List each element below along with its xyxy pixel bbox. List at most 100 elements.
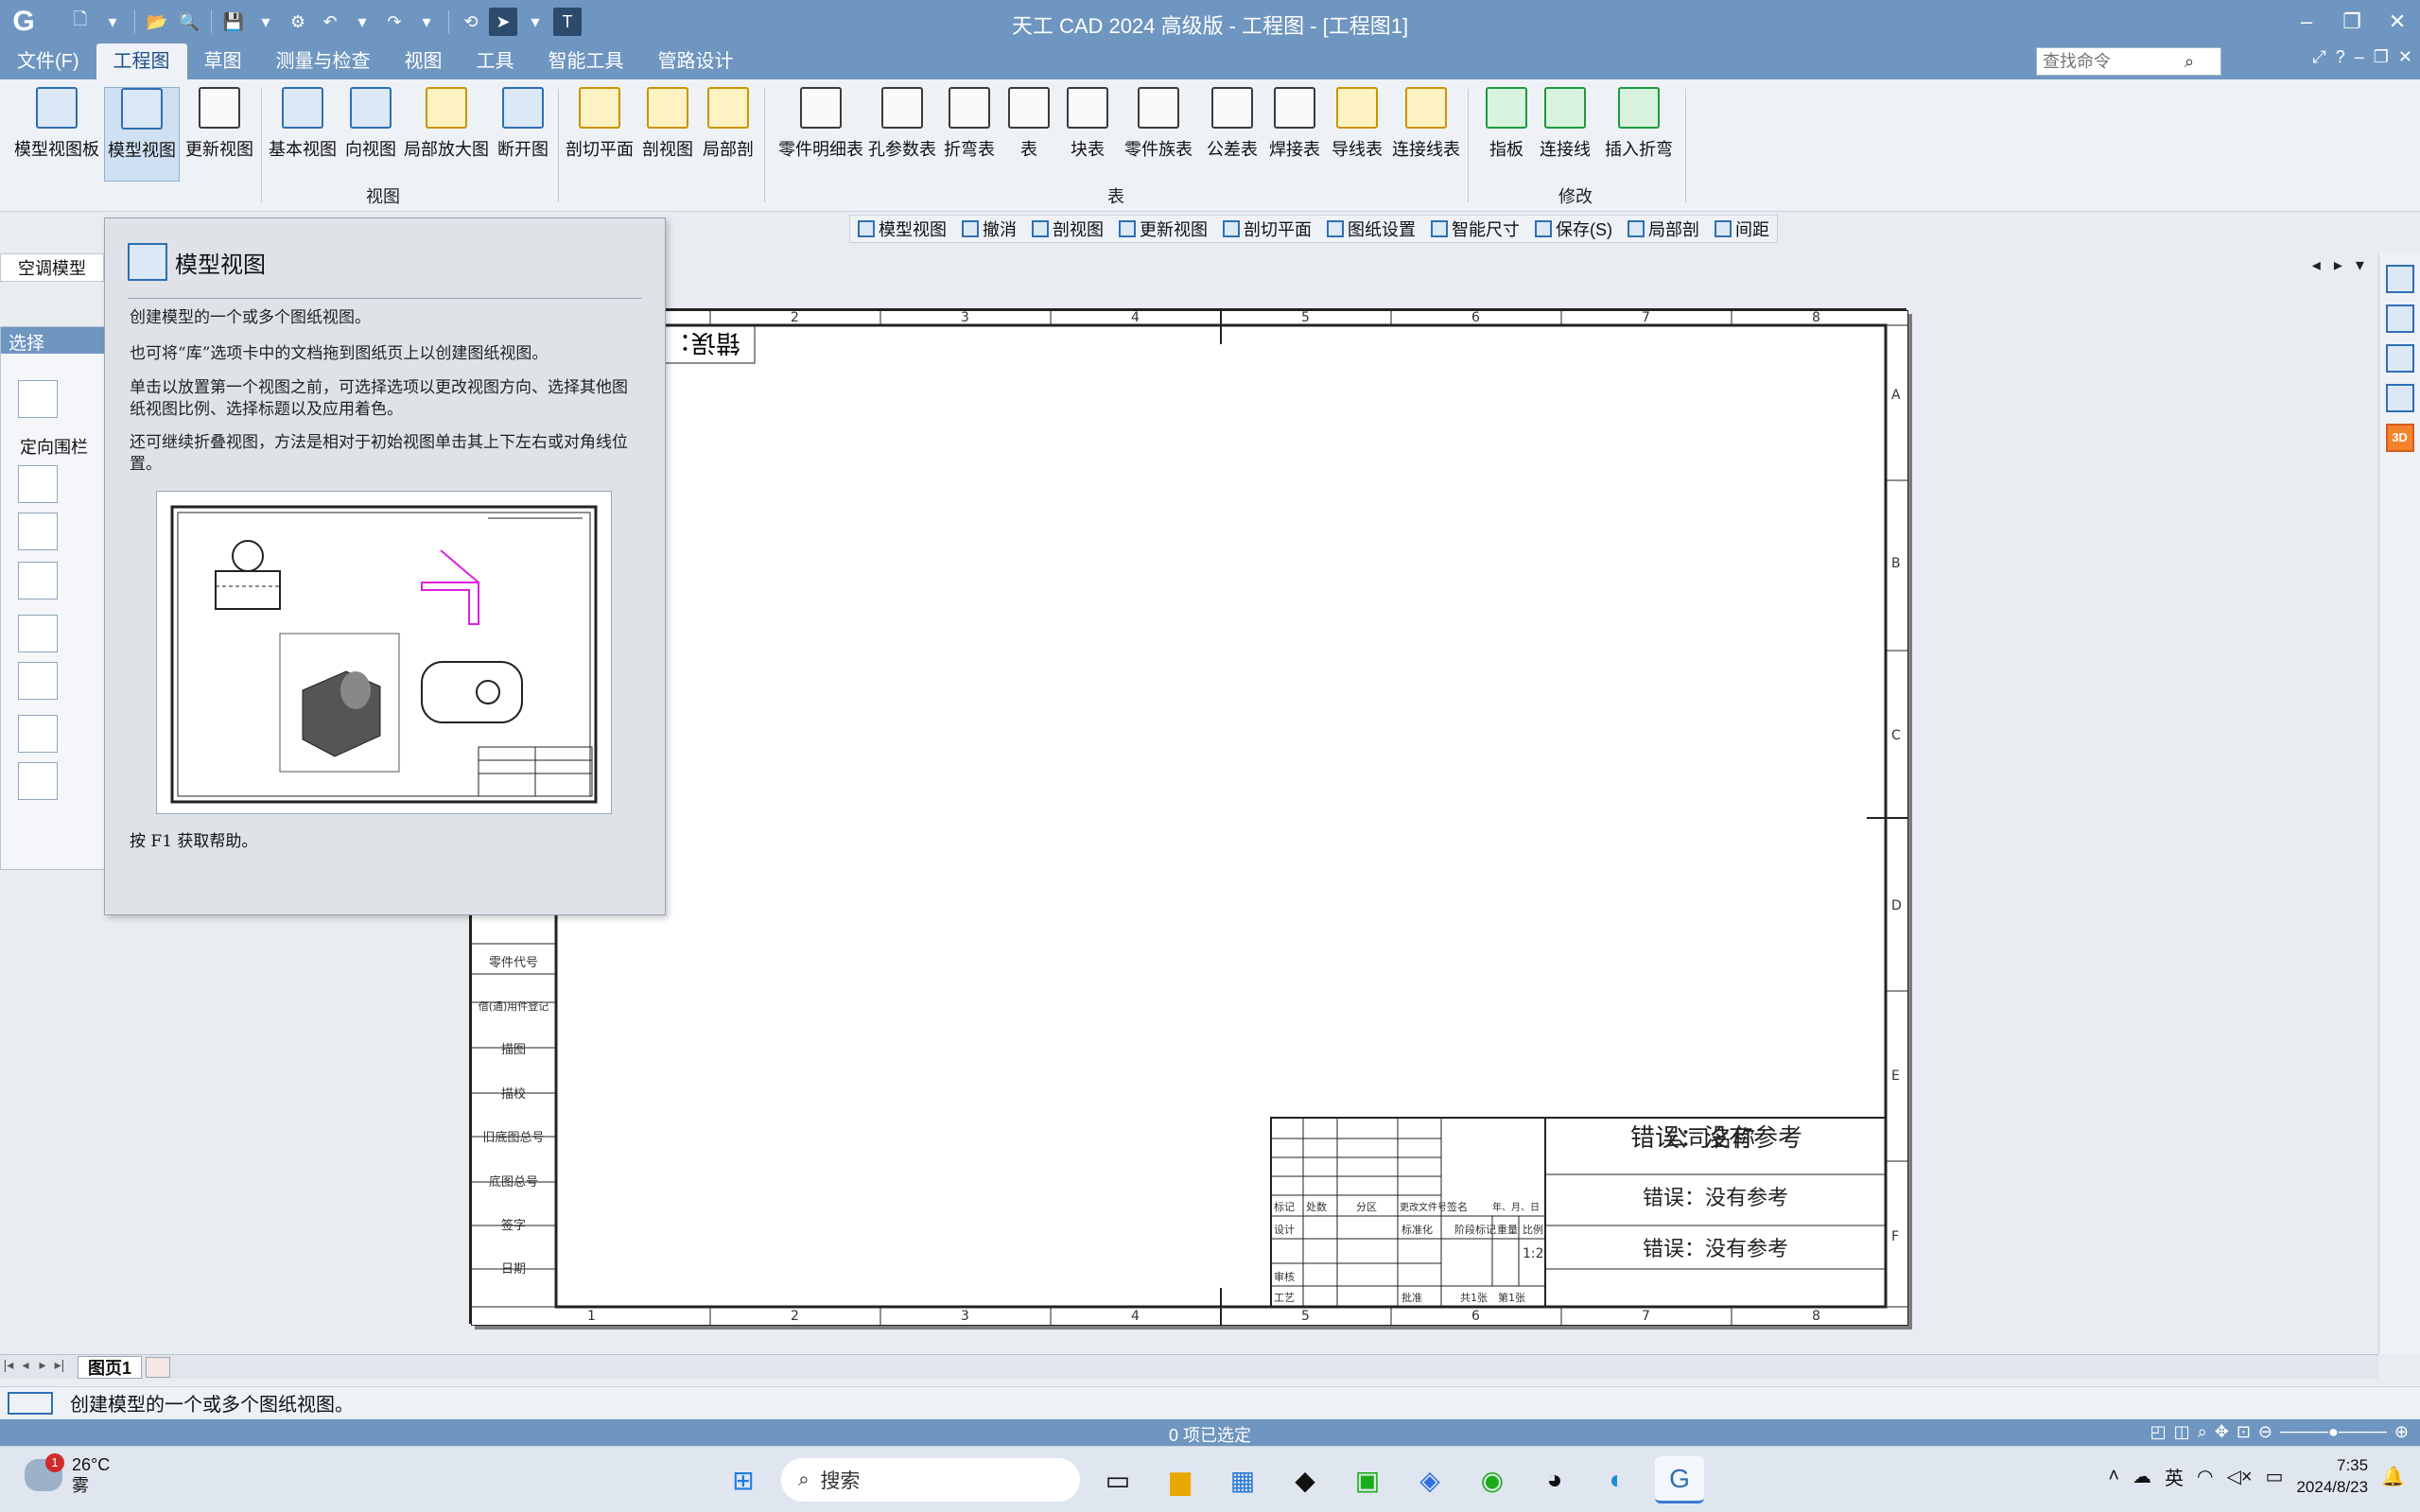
tab-tools[interactable]: 工具 [460,43,531,79]
rectangle-select-icon[interactable] [18,615,58,652]
broken-out-section-button[interactable]: 局部剖 [698,87,758,182]
text-tool-icon[interactable]: T [553,8,582,36]
restore-button[interactable]: ❐ [2329,0,2375,43]
section-view-button[interactable]: 剖视图 [637,87,698,182]
command-search[interactable]: ⌕ [2036,47,2221,76]
layer-filter-icon[interactable] [18,513,58,550]
task-view-icon[interactable]: ▭ [1093,1456,1142,1503]
aux-view-button[interactable]: 向视图 [340,87,401,182]
sub-model-view-button[interactable]: 模型视图 [850,216,954,242]
redo-icon[interactable]: ↷ [380,8,409,36]
notification-bell-icon[interactable]: 🔔 [2381,1465,2405,1488]
insert-bend-button[interactable]: 插入折弯 [1598,87,1680,182]
prev-sheet-icon[interactable]: ◂ [17,1357,34,1378]
tiangong-cad-icon[interactable]: G [1655,1456,1704,1503]
tab-view[interactable]: 视图 [388,43,460,79]
sub-section-view-button[interactable]: 剖视图 [1024,216,1111,242]
family-table-button[interactable]: 零件族表 [1118,87,1199,182]
base-view-button[interactable]: 基本视图 [267,87,339,182]
sub-spacing-button[interactable]: 间距 [1707,216,1777,242]
find-icon[interactable]: 🔍 [175,8,203,36]
next-sheet-icon[interactable]: ▸ [34,1357,51,1378]
menu-file[interactable]: 文件(F) [0,43,96,79]
tab-prev-icon[interactable]: ◂ [2312,255,2321,275]
document-tab[interactable]: 空调模型 [0,253,104,282]
forward-arrow-icon[interactable] [18,762,58,800]
tools-icon[interactable] [2385,384,2414,412]
model-view-board-button[interactable]: 模型视图板 [9,87,104,182]
qq-icon[interactable]: ◕ [1530,1456,1579,1503]
chat-app-icon[interactable]: ▣ [1343,1456,1392,1503]
first-sheet-icon[interactable]: |◂ [0,1357,17,1378]
undo-dropdown-icon[interactable]: ▾ [348,8,376,36]
redo-dropdown-icon[interactable]: ▾ [412,8,441,36]
zoom-area-icon[interactable]: ◫ [2174,1422,2190,1442]
update-view-button[interactable]: 更新视图 [182,87,257,182]
select-dropdown-icon[interactable]: ▾ [521,8,549,36]
broken-view-button[interactable]: 断开图 [492,87,554,182]
onedrive-icon[interactable]: ☁ [2133,1465,2151,1488]
layers-icon[interactable] [2385,344,2414,373]
screenshot-icon[interactable]: ◰ [2150,1422,2167,1442]
search-icon[interactable]: ⌕ [2185,52,2194,72]
table-button[interactable]: 表 [1002,87,1055,182]
tab-plate-button[interactable]: 指板 [1475,87,1538,182]
new-dropdown-icon[interactable]: ▾ [98,8,127,36]
tab-measure[interactable]: 测量与检查 [259,43,388,79]
detail-view-button[interactable]: 局部放大图 [401,87,492,182]
fit-icon[interactable]: ⊡ [2237,1422,2251,1442]
wifi-icon[interactable]: ◠ [2197,1465,2213,1488]
save-dropdown-icon[interactable]: ▾ [252,8,280,36]
volume-mute-icon[interactable]: ◁× [2226,1465,2252,1488]
tab-next-icon[interactable]: ▸ [2334,255,2342,275]
close-button[interactable]: ✕ [2375,0,2420,43]
select-tool-icon[interactable] [18,380,58,418]
tab-smart-tools[interactable]: 智能工具 [531,43,641,79]
zoom-icon[interactable]: ⌕ [2198,1422,2207,1442]
weld-table-button[interactable]: 焊接表 [1263,87,1326,182]
wechat-icon[interactable]: ◉ [1468,1456,1517,1503]
doc-minimize-button[interactable]: – [2355,47,2364,67]
layer-select-icon[interactable] [18,465,58,503]
command-search-input[interactable] [2043,51,2185,72]
library-icon[interactable] [2385,265,2414,293]
doc-close-button[interactable]: ✕ [2398,47,2412,67]
tab-piping[interactable]: 管路设计 [641,43,751,79]
add-sheet-icon[interactable] [146,1356,171,1378]
expand-icon[interactable]: ⤢ [2312,47,2325,67]
zoom-out-icon[interactable]: ⊖ [2258,1422,2272,1442]
tray-expand-icon[interactable]: ˄ [2108,1466,2119,1487]
sub-sheet-setup-button[interactable]: 图纸设置 [1319,216,1423,242]
new-file-icon[interactable]: 🗋 [66,8,95,36]
zoom-in-icon[interactable]: ⊕ [2394,1422,2409,1442]
sheet-fit-icon[interactable] [2385,304,2414,333]
back-arrow-icon[interactable] [18,715,58,753]
sub-broken-out-section-button[interactable]: 局部剖 [1620,216,1707,242]
lark-icon[interactable]: ◈ [1405,1456,1454,1503]
settings-icon[interactable]: ⚙ [284,8,312,36]
pan-icon[interactable]: ✥ [2215,1422,2229,1442]
tolerance-table-button[interactable]: 公差表 [1201,87,1263,182]
sub-cutting-plane-button[interactable]: 剖切平面 [1215,216,1319,242]
help-icon[interactable]: ? [2336,47,2345,67]
select-arrow-icon[interactable]: ➤ [489,8,517,36]
block-table-button[interactable]: 块表 [1061,87,1114,182]
model-view-button[interactable]: 模型视图 [104,87,180,182]
drawing-sheet[interactable]: 1 2 3 4 5 6 7 8 1 2 3 4 5 6 7 8 A B C D … [469,308,1909,1327]
last-sheet-icon[interactable]: ▸| [51,1357,68,1378]
sub-save-button[interactable]: 保存(S) [1527,216,1620,242]
weather-widget[interactable]: 1 26°C 雾 [25,1453,110,1496]
clock[interactable]: 7:35 2024/8/23 [2296,1454,2368,1498]
start-button[interactable]: ⊞ [719,1456,768,1503]
taskbar-search[interactable]: ⌕ 搜索 [781,1458,1080,1502]
app-icon[interactable]: ◆ [1280,1456,1330,1503]
tab-drawing[interactable]: 工程图 [96,43,187,79]
minimize-button[interactable]: – [2284,0,2329,43]
tab-list-icon[interactable]: ▾ [2356,255,2364,275]
sub-undo-button[interactable]: 撤消 [954,216,1024,242]
input-language[interactable]: 英 [2165,1463,2184,1490]
connector-table-button[interactable]: 连接线表 [1388,87,1464,182]
file-explorer-icon[interactable]: ▆ [1156,1456,1205,1503]
battery-icon[interactable]: ▭ [2266,1465,2284,1488]
sheet-tab-1[interactable]: 图页1 [78,1355,143,1379]
